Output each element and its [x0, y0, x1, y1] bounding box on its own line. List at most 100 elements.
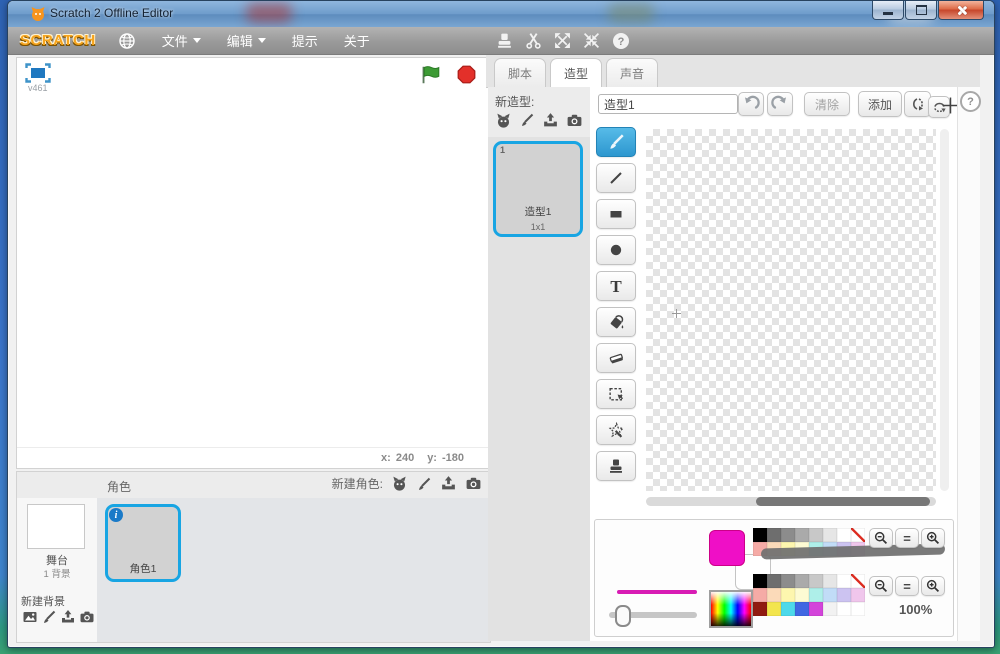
zoom-out-button[interactable] — [869, 528, 893, 548]
tab-sounds[interactable]: 声音 — [606, 58, 659, 87]
help-button[interactable]: ? — [960, 91, 981, 112]
camera-icon[interactable] — [566, 112, 583, 129]
brush-size-slider[interactable] — [609, 605, 697, 627]
palette-swatch[interactable] — [795, 574, 809, 588]
menu-edit[interactable]: 编辑 — [227, 31, 266, 50]
add-button[interactable]: 添加 — [858, 91, 902, 117]
tool-magic-wand-button[interactable] — [596, 415, 636, 445]
paintbrush-icon[interactable] — [519, 112, 535, 128]
tool-fill-button[interactable] — [596, 307, 636, 337]
palette-swatch[interactable] — [823, 602, 837, 616]
palette-swatch[interactable] — [837, 528, 851, 542]
zoom-reset-button[interactable]: = — [895, 528, 919, 548]
grow-icon[interactable] — [554, 32, 571, 49]
stage-thumbnail[interactable] — [27, 504, 85, 549]
palette-swatch[interactable] — [753, 602, 767, 616]
costume-library-icon[interactable] — [495, 112, 512, 129]
tool-rectangle-button[interactable] — [596, 199, 636, 229]
menu-tips[interactable]: 提示 — [292, 31, 318, 50]
palette-swatch[interactable] — [851, 588, 865, 602]
hscrollbar-thumb[interactable] — [756, 497, 931, 506]
costume-name-input[interactable] — [598, 94, 738, 114]
camera-icon[interactable] — [465, 475, 482, 492]
palette-swatch[interactable] — [753, 588, 767, 602]
clear-button[interactable]: 清除 — [804, 92, 850, 116]
palette-swatch[interactable] — [767, 528, 781, 542]
canvas-hscrollbar[interactable] — [646, 497, 936, 506]
zoom-in-button[interactable] — [921, 576, 945, 596]
zoom-in-button[interactable] — [921, 528, 945, 548]
palette-swatch[interactable] — [795, 588, 809, 602]
palette-swatch[interactable] — [837, 588, 851, 602]
block-help-icon[interactable]: ? — [612, 32, 630, 50]
flip-horizontal-button[interactable] — [904, 91, 931, 117]
palette-swatch[interactable] — [781, 574, 795, 588]
palette-swatch[interactable] — [823, 528, 837, 542]
palette-swatch[interactable] — [809, 574, 823, 588]
foreground-color-swatch[interactable] — [709, 530, 745, 566]
color-palette-bottom — [753, 574, 867, 616]
palette-swatch[interactable] — [781, 528, 795, 542]
sprite-library-icon[interactable] — [391, 475, 408, 492]
palette-swatch[interactable] — [851, 602, 865, 616]
palette-swatch[interactable] — [809, 588, 823, 602]
camera-icon[interactable] — [79, 609, 95, 625]
language-button[interactable] — [118, 32, 136, 50]
costume-card[interactable]: 1 造型1 1x1 — [493, 141, 583, 237]
palette-swatch[interactable] — [795, 602, 809, 616]
tool-select-button[interactable] — [596, 379, 636, 409]
menu-about[interactable]: 关于 — [344, 31, 370, 50]
close-button[interactable] — [938, 1, 984, 20]
tab-costumes[interactable]: 造型 — [550, 58, 603, 88]
scratch-cat-icon — [30, 6, 46, 22]
palette-swatch[interactable] — [809, 528, 823, 542]
backdrop-library-icon[interactable] — [22, 609, 38, 625]
palette-swatch[interactable] — [823, 588, 837, 602]
palette-swatch[interactable] — [753, 574, 767, 588]
palette-swatch[interactable] — [767, 574, 781, 588]
paint-canvas[interactable] — [646, 129, 936, 491]
palette-swatch[interactable] — [851, 528, 865, 542]
minimize-button[interactable] — [872, 1, 904, 20]
tool-brush-button[interactable] — [596, 127, 636, 157]
duplicate-stamp-icon[interactable] — [496, 32, 513, 49]
stop-button[interactable] — [457, 65, 476, 84]
sprite-card[interactable]: i 角色1 — [105, 504, 181, 582]
tool-ellipse-button[interactable] — [596, 235, 636, 265]
rainbow-picker[interactable] — [709, 590, 753, 628]
tool-eraser-button[interactable] — [596, 343, 636, 373]
palette-swatch[interactable] — [823, 574, 837, 588]
palette-swatch[interactable] — [781, 588, 795, 602]
green-flag-button[interactable] — [420, 65, 440, 85]
palette-swatch[interactable] — [795, 528, 809, 542]
menu-file[interactable]: 文件 — [162, 31, 201, 50]
palette-swatch[interactable] — [837, 574, 851, 588]
tool-stamp-button[interactable] — [596, 451, 636, 481]
palette-swatch[interactable] — [781, 602, 795, 616]
palette-swatch[interactable] — [851, 574, 865, 588]
palette-swatch[interactable] — [753, 528, 767, 542]
zoom-out-button[interactable] — [869, 576, 893, 596]
zoom-reset-button[interactable]: = — [895, 576, 919, 596]
tool-line-button[interactable] — [596, 163, 636, 193]
paintbrush-icon[interactable] — [416, 476, 432, 492]
slider-thumb[interactable] — [615, 605, 631, 627]
canvas-vscrollbar[interactable] — [940, 129, 949, 491]
upload-icon[interactable] — [440, 475, 457, 492]
tab-scripts[interactable]: 脚本 — [494, 58, 547, 87]
delete-scissors-icon[interactable] — [525, 32, 542, 49]
shrink-icon[interactable] — [583, 32, 600, 49]
palette-swatch[interactable] — [767, 588, 781, 602]
paintbrush-icon[interactable] — [41, 609, 57, 625]
palette-swatch[interactable] — [767, 602, 781, 616]
redo-button[interactable] — [767, 92, 793, 116]
editor-region: 脚本 造型 声音 新造型: 1 造型1 1x1 造型1 清除 添加 T = = … — [486, 55, 981, 641]
upload-icon[interactable] — [542, 112, 559, 129]
upload-icon[interactable] — [60, 609, 76, 625]
palette-swatch[interactable] — [837, 602, 851, 616]
maximize-button[interactable] — [905, 1, 937, 20]
tool-text-button[interactable]: T — [596, 271, 636, 301]
sprite-info-badge[interactable]: i — [109, 508, 123, 522]
palette-swatch[interactable] — [809, 602, 823, 616]
undo-button[interactable] — [738, 92, 764, 116]
